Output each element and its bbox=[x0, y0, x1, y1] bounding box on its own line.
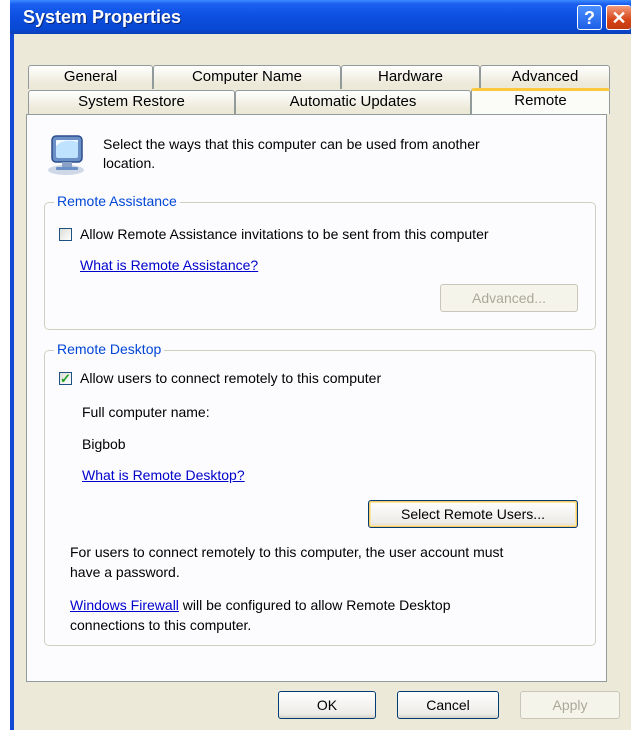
remote-desktop-checkbox-label[interactable]: Allow users to connect remotely to this … bbox=[80, 370, 381, 386]
tab-advanced[interactable]: Advanced bbox=[480, 65, 610, 89]
tab-hardware[interactable]: Hardware bbox=[341, 65, 480, 89]
tab-remote[interactable]: Remote bbox=[471, 88, 610, 114]
tab-computer-name[interactable]: Computer Name bbox=[153, 65, 341, 89]
firewall-note-line2: connections to this computer. bbox=[70, 617, 252, 633]
computer-name-value: Bigbob bbox=[82, 436, 126, 452]
remote-assistance-checkbox[interactable] bbox=[59, 228, 72, 241]
ok-button[interactable]: OK bbox=[278, 691, 376, 719]
password-note-line1: For users to connect remotely to this co… bbox=[70, 544, 504, 560]
password-note-line2: have a password. bbox=[70, 564, 180, 580]
check-mark-icon: ✓ bbox=[60, 371, 71, 386]
window-title: System Properties bbox=[23, 7, 182, 27]
tab-automatic-updates[interactable]: Automatic Updates bbox=[235, 90, 471, 114]
help-button[interactable]: ? bbox=[577, 5, 602, 30]
cancel-button[interactable]: Cancel bbox=[397, 691, 499, 719]
full-computer-name-label: Full computer name: bbox=[82, 404, 210, 420]
tab-system-restore[interactable]: System Restore bbox=[28, 90, 235, 114]
firewall-note-rest: will be configured to allow Remote Deskt… bbox=[178, 597, 451, 613]
close-button[interactable]: ✕ bbox=[606, 5, 631, 30]
firewall-note-line1: Windows Firewall will be configured to a… bbox=[70, 597, 451, 613]
intro-text-line2: location. bbox=[103, 155, 156, 171]
advanced-button[interactable]: Advanced... bbox=[440, 284, 578, 312]
remote-desktop-help-link[interactable]: What is Remote Desktop? bbox=[82, 467, 245, 483]
tab-general[interactable]: General bbox=[28, 65, 153, 89]
intro-text-line1: Select the ways that this computer can b… bbox=[103, 136, 480, 152]
apply-button[interactable]: Apply bbox=[520, 691, 620, 719]
remote-desktop-checkbox[interactable]: ✓ bbox=[59, 372, 72, 385]
windows-firewall-link[interactable]: Windows Firewall bbox=[70, 597, 179, 613]
computer-monitor-icon bbox=[44, 132, 94, 176]
remote-desktop-legend: Remote Desktop bbox=[54, 341, 165, 357]
remote-assistance-help-link[interactable]: What is Remote Assistance? bbox=[80, 257, 258, 273]
select-remote-users-button[interactable]: Select Remote Users... bbox=[368, 500, 578, 528]
remote-assistance-legend: Remote Assistance bbox=[54, 193, 180, 209]
remote-assistance-checkbox-label[interactable]: Allow Remote Assistance invitations to b… bbox=[80, 226, 489, 242]
title-bar[interactable]: System Properties bbox=[10, 0, 631, 34]
